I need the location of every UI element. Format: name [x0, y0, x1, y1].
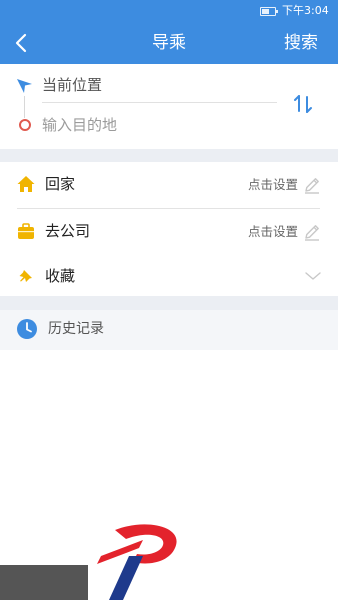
back-button[interactable]: [6, 28, 36, 58]
pencil-icon[interactable]: [303, 223, 321, 241]
destination-circle-icon: [19, 119, 31, 131]
section-divider: [0, 149, 338, 162]
briefcase-icon: [18, 223, 34, 239]
route-connector: [24, 96, 25, 118]
navigation-pointer-icon: [17, 79, 32, 93]
battery-icon: [260, 7, 278, 16]
history-label: 历史记录: [48, 321, 104, 337]
brand-logo: [97, 524, 177, 600]
home-icon: [17, 176, 35, 192]
swap-arrows-icon[interactable]: [293, 93, 313, 115]
section-divider: [0, 296, 338, 310]
company-label: 去公司: [45, 222, 91, 240]
pencil-icon[interactable]: [303, 176, 321, 194]
favorites-row[interactable]: 收藏: [0, 254, 338, 300]
company-setup-hint[interactable]: 点击设置: [248, 209, 298, 255]
company-row[interactable]: 去公司 点击设置: [0, 209, 338, 255]
pin-icon: [19, 270, 32, 282]
favorites-label: 收藏: [45, 267, 76, 285]
home-row[interactable]: 回家 点击设置: [0, 162, 338, 208]
chevron-down-icon[interactable]: [305, 270, 321, 282]
destination-input[interactable]: 输入目的地: [42, 108, 277, 141]
search-button[interactable]: 搜索: [284, 22, 318, 64]
clock-icon: [17, 319, 37, 339]
back-arrow-icon: [15, 33, 27, 53]
history-row[interactable]: 历史记录: [0, 310, 338, 350]
origin-input[interactable]: 当前位置: [42, 70, 277, 103]
route-panel: 当前位置 输入目的地: [0, 64, 338, 149]
status-time: 下午3:04: [282, 4, 329, 17]
status-bar: 下午3:04: [0, 0, 338, 22]
home-setup-hint[interactable]: 点击设置: [248, 162, 298, 208]
home-label: 回家: [45, 175, 76, 193]
gray-overlay-block: [0, 565, 88, 600]
nav-bar: 导乘 搜索: [0, 22, 338, 64]
